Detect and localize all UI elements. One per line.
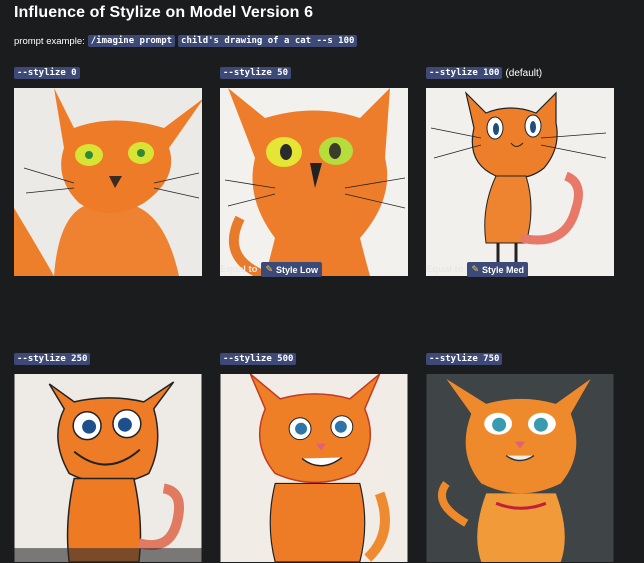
stylize-label: --stylize 250 [14, 353, 91, 365]
cat-drawing-s0 [14, 88, 202, 276]
stylize-0-cell: --stylize 0 [14, 66, 202, 276]
equal-prefix: Equal to [426, 264, 464, 275]
equal-prefix: Equal to [220, 264, 258, 275]
cat-drawing-image [220, 88, 408, 276]
stylize-500-cell: --stylize 500 [220, 352, 408, 562]
stylize-100-cell: --stylize 100 (default) Equal to ✎ Style… [426, 66, 614, 277]
stylize-label: --stylize 0 [14, 67, 80, 79]
stylize-50-cell: --stylize 50 Equal to ✎ Style Low [220, 66, 408, 277]
cat-drawing-image [426, 88, 614, 276]
cat-drawing-s250 [14, 374, 202, 562]
equivalence-note: Equal to ✎ Style Med [426, 262, 529, 277]
stylize-250-cell: --stylize 250 [14, 352, 202, 562]
default-note: (default) [505, 67, 543, 79]
stylize-label: --stylize 750 [426, 353, 503, 365]
prompt-text: child's drawing of a cat --s 100 [178, 35, 358, 47]
magic-wand-icon: ✎ [265, 264, 274, 274]
stylize-750-cell: --stylize 750 [426, 352, 614, 562]
magic-wand-icon: ✎ [471, 264, 480, 274]
cat-drawing-image [426, 374, 614, 562]
cat-drawing-s50 [220, 88, 408, 276]
prompt-label: prompt example: [14, 35, 85, 47]
style-low-badge: ✎ Style Low [261, 262, 323, 277]
stylize-label: --stylize 100 [426, 67, 503, 79]
style-badge-label: Style Med [482, 264, 525, 275]
prompt-example: prompt example: /imagine prompt child's … [14, 35, 358, 47]
style-badge-label: Style Low [276, 264, 319, 275]
style-med-badge: ✎ Style Med [467, 262, 529, 277]
cat-drawing-image [14, 88, 202, 276]
cat-drawing-s500 [220, 374, 408, 562]
stylize-label: --stylize 50 [220, 67, 292, 79]
cat-drawing-image [14, 374, 202, 562]
cat-drawing-image [220, 374, 408, 562]
prompt-command: /imagine prompt [87, 35, 176, 47]
stylize-label: --stylize 500 [220, 353, 297, 365]
cat-drawing-s750 [426, 374, 614, 562]
page-title: Influence of Stylize on Model Version 6 [14, 4, 314, 21]
equivalence-note: Equal to ✎ Style Low [220, 262, 323, 277]
cat-drawing-s100 [426, 88, 614, 276]
